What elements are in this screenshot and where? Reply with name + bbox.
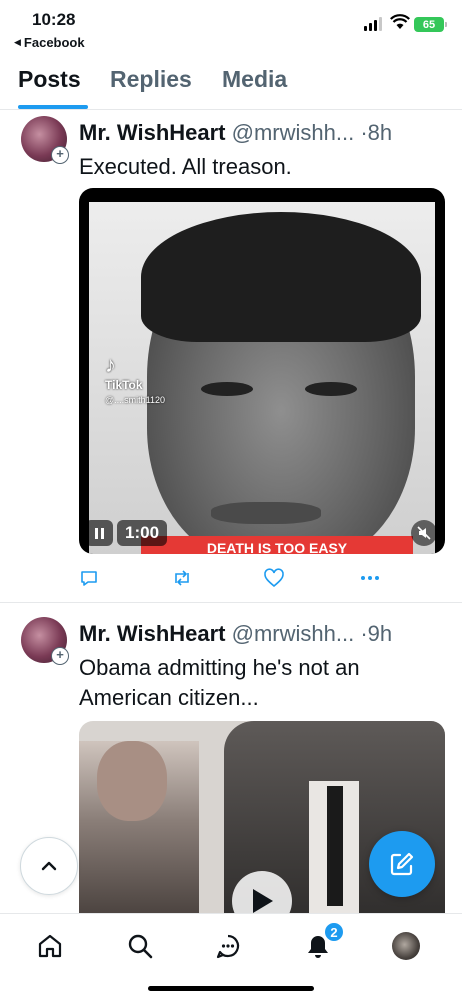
speaker-muted-icon [417,526,431,540]
home-icon [38,934,62,958]
author-handle[interactable]: @mrwishh... [232,621,355,646]
like-heart-icon[interactable] [263,568,285,588]
back-triangle-icon: ◀ [14,37,21,47]
author-avatar[interactable]: + [21,617,69,665]
back-app-label: Facebook [23,35,85,50]
author-avatar[interactable]: + [21,116,69,164]
tab-replies[interactable]: Replies [110,66,192,93]
cellular-signal-icon [364,17,382,31]
tiktok-logo-icon: ♪ [105,352,116,377]
video-caption-banner: DEATH IS TOO EASY [141,536,413,554]
video-tie [327,786,343,906]
video-frame: ♪ TikTok @....smith1120 DEATH IS TOO EAS… [89,202,435,554]
video-mouth [211,502,321,524]
post-header: Mr. WishHeart @mrwishh... ·8h [79,120,392,146]
battery-indicator: 65 [414,17,447,32]
back-to-app-link[interactable]: ◀ Facebook [14,35,85,50]
nav-search[interactable] [124,930,156,962]
tiktok-user: @....smith1120 [105,395,165,405]
post-time: 9h [367,621,393,646]
tiktok-label: TikTok [105,378,143,392]
video-hair [141,212,421,342]
video-eye-left [201,382,253,396]
status-bar: 10:28 ◀ Facebook 65 [0,0,462,56]
post-actions [79,568,379,592]
mute-button[interactable] [411,520,437,546]
compose-pencil-icon [390,852,414,876]
separator-dot: · [360,120,368,145]
play-icon [253,889,273,913]
tab-posts[interactable]: Posts [18,66,81,93]
follow-plus-icon[interactable]: + [51,647,69,665]
search-icon [128,934,153,959]
video-head-left [97,741,167,821]
post-time: 8h [367,120,393,145]
nav-profile[interactable] [390,930,422,962]
battery-level: 65 [422,18,436,31]
follow-plus-icon[interactable]: + [51,146,69,164]
nav-home[interactable] [34,930,66,962]
wifi-icon [390,14,410,29]
scroll-to-top-button[interactable] [20,837,78,895]
messages-icon [216,934,240,959]
post-header: Mr. WishHeart @mrwishh... ·9h [79,621,392,647]
video-duration: 1:00 [117,520,168,546]
tab-media[interactable]: Media [222,66,287,93]
reply-icon[interactable] [79,568,99,588]
author-name[interactable]: Mr. WishHeart [79,120,226,145]
pause-button[interactable] [85,520,113,546]
home-indicator [148,986,314,991]
status-time: 10:28 [32,10,76,29]
nav-messages[interactable] [212,930,244,962]
post-video[interactable] [79,721,445,931]
profile-tabs: Posts Replies Media [0,56,462,110]
nav-notifications[interactable]: 2 [302,922,344,962]
chevron-up-icon [41,861,57,871]
author-name[interactable]: Mr. WishHeart [79,621,226,646]
author-handle[interactable]: @mrwishh... [232,120,355,145]
profile-avatar [392,932,420,960]
separator-dot: · [360,621,368,646]
notifications-badge: 2 [324,922,344,942]
post[interactable]: + Mr. WishHeart @mrwishh... ·8h Executed… [0,110,462,602]
post-text: Obama admitting he's not an American cit… [79,655,360,710]
post-text: Executed. All treason. [79,154,292,179]
tiktok-watermark: ♪ TikTok @....smith1120 [105,352,165,406]
more-options-icon[interactable] [359,568,381,588]
repost-icon[interactable] [171,568,193,588]
active-tab-indicator [18,105,88,109]
compose-post-button[interactable] [369,831,435,897]
post-video[interactable]: ♪ TikTok @....smith1120 DEATH IS TOO EAS… [79,188,445,554]
video-eye-right [305,382,357,396]
